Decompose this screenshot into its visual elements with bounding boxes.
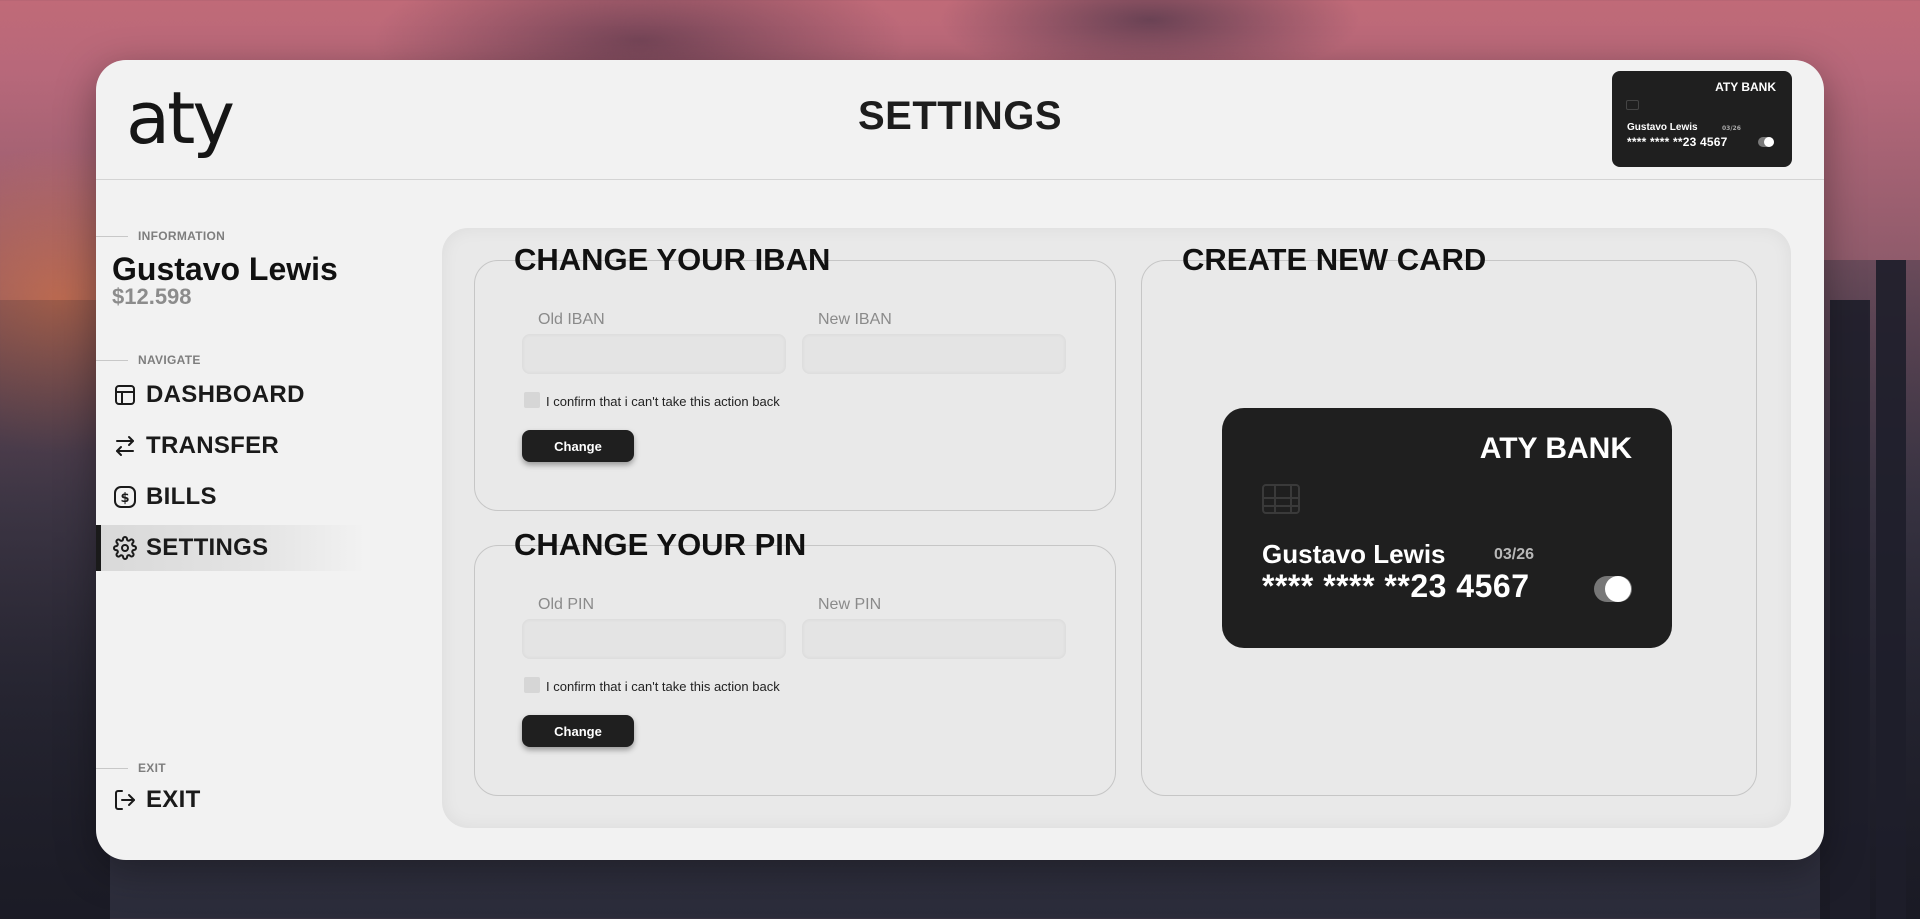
- iban-panel: [474, 260, 1116, 511]
- sidebar: INFORMATION Gustavo Lewis $12.598 NAVIGA…: [96, 181, 446, 860]
- pin-confirm-label: I confirm that i can't take this action …: [546, 679, 780, 694]
- new-card-preview[interactable]: ATY BANK Gustavo Lewis 03/26 **** **** *…: [1222, 408, 1672, 648]
- iban-confirm-checkbox[interactable]: [524, 392, 540, 408]
- chip-icon: [1626, 100, 1639, 110]
- header: aty SETTINGS ATY BANK Gustavo Lewis 03/2…: [96, 60, 1824, 180]
- header-card-bank: ATY BANK: [1715, 80, 1776, 94]
- header-card-holder: Gustavo Lewis: [1627, 122, 1698, 133]
- iban-confirm-label: I confirm that i can't take this action …: [546, 394, 780, 409]
- old-iban-input[interactable]: [522, 334, 786, 374]
- nav-item-exit[interactable]: EXIT: [96, 777, 366, 823]
- new-iban-label: New IBAN: [818, 311, 892, 328]
- gear-icon: [112, 535, 138, 561]
- nav-item-bills[interactable]: $ BILLS: [96, 474, 366, 520]
- svg-text:$: $: [120, 491, 129, 506]
- pin-panel-title: CHANGE YOUR PIN: [514, 527, 807, 562]
- dollar-icon: $: [112, 484, 138, 510]
- toggle-icon: [1594, 576, 1632, 602]
- app-window: aty SETTINGS ATY BANK Gustavo Lewis 03/2…: [96, 60, 1824, 860]
- section-label-information: INFORMATION: [96, 229, 226, 243]
- new-pin-input[interactable]: [802, 619, 1066, 659]
- change-iban-button[interactable]: Change: [522, 430, 634, 462]
- dashboard-icon: [112, 382, 138, 408]
- transfer-icon: [112, 433, 138, 459]
- nav-item-label: EXIT: [146, 786, 201, 813]
- iban-panel-title: CHANGE YOUR IBAN: [514, 242, 831, 277]
- header-card-expiry: 03/26: [1722, 125, 1741, 132]
- new-pin-label: New PIN: [818, 596, 882, 613]
- section-label-navigate: NAVIGATE: [96, 353, 201, 367]
- background-city-left: [0, 300, 110, 919]
- card-number: **** **** **23 4567: [1262, 568, 1530, 604]
- account-balance: $12.598: [112, 284, 192, 309]
- header-card-preview: ATY BANK Gustavo Lewis 03/26 **** **** *…: [1612, 71, 1792, 167]
- create-card-panel-title: CREATE NEW CARD: [1182, 242, 1487, 277]
- settings-content: CHANGE YOUR IBAN Old IBAN New IBAN I con…: [442, 228, 1791, 828]
- section-label-exit: EXIT: [96, 761, 166, 775]
- nav-item-dashboard[interactable]: DASHBOARD: [96, 372, 366, 418]
- user-name: Gustavo Lewis: [112, 251, 338, 287]
- old-pin-label: Old PIN: [538, 596, 595, 613]
- logout-icon: [112, 787, 138, 813]
- page-title: SETTINGS: [857, 94, 1063, 138]
- nav-item-label: DASHBOARD: [146, 381, 305, 408]
- pin-panel: [474, 545, 1116, 796]
- new-iban-input[interactable]: [802, 334, 1066, 374]
- card-bank-name: ATY BANK: [1479, 432, 1632, 465]
- background-city-right: [1820, 260, 1920, 919]
- chip-icon: [1262, 484, 1300, 514]
- nav-item-transfer[interactable]: TRANSFER: [96, 423, 366, 469]
- nav-item-settings[interactable]: SETTINGS: [96, 525, 366, 571]
- nav-item-label: BILLS: [146, 483, 217, 510]
- nav-item-label: SETTINGS: [146, 534, 269, 561]
- old-iban-label: Old IBAN: [538, 311, 605, 328]
- change-pin-button[interactable]: Change: [522, 715, 634, 747]
- header-card-number: **** **** **23 4567: [1627, 135, 1728, 149]
- card-expiry: 03/26: [1494, 546, 1535, 563]
- pin-confirm-checkbox[interactable]: [524, 677, 540, 693]
- nav-item-label: TRANSFER: [146, 432, 280, 459]
- old-pin-input[interactable]: [522, 619, 786, 659]
- toggle-icon: [1758, 137, 1774, 147]
- card-holder-name: Gustavo Lewis: [1262, 539, 1446, 569]
